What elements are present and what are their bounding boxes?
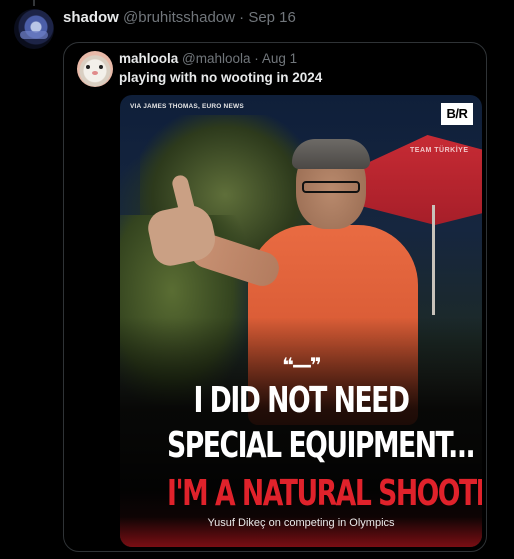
quote-body-text: playing with no wooting in 2024: [119, 70, 323, 85]
quoted-author-name[interactable]: mahloola: [119, 51, 178, 66]
quote-tweet-card[interactable]: mahloola @mahloola · Aug 1 playing with …: [63, 42, 487, 552]
user-avatar[interactable]: [14, 9, 54, 49]
headline-line-3: I'M A NATURAL SHOOTER: [167, 473, 482, 514]
headline-line-1: I DID NOT NEED: [193, 380, 410, 421]
umbrella-pole: [432, 205, 435, 315]
person-glasses: [302, 181, 360, 193]
quote-header: mahloola @mahloola · Aug 1: [119, 50, 297, 67]
header-separator: ·: [239, 9, 245, 26]
media-image[interactable]: TEAM TÜRKİYE VIA JAMES THOMAS, EURO NEWS…: [120, 95, 482, 547]
bleacher-report-logo: B/R: [441, 103, 473, 125]
umbrella-text: TEAM TÜRKİYE: [410, 147, 469, 154]
author-name[interactable]: shadow: [63, 9, 119, 26]
quote-date: Aug 1: [261, 51, 298, 66]
author-handle[interactable]: @bruhitsshadow: [123, 9, 235, 26]
quote-separator: ·: [254, 51, 259, 66]
tweet-date[interactable]: Sep 16: [248, 9, 296, 26]
headline-line-2: SPECIAL EQUIPMENT...: [167, 425, 476, 466]
thread-connector-line: [33, 0, 35, 6]
image-caption: Yusuf Dikeç on competing in Olympics: [207, 517, 395, 529]
tweet-header: shadow @bruhitsshadow · Sep 16: [63, 9, 296, 27]
quoted-user-avatar[interactable]: [77, 51, 113, 87]
image-credit: VIA JAMES THOMAS, EURO NEWS: [130, 103, 244, 110]
quoted-author-handle: @mahloola: [182, 51, 251, 66]
person-hair: [292, 139, 370, 169]
quote-glyph: ❝—❞: [282, 353, 321, 377]
